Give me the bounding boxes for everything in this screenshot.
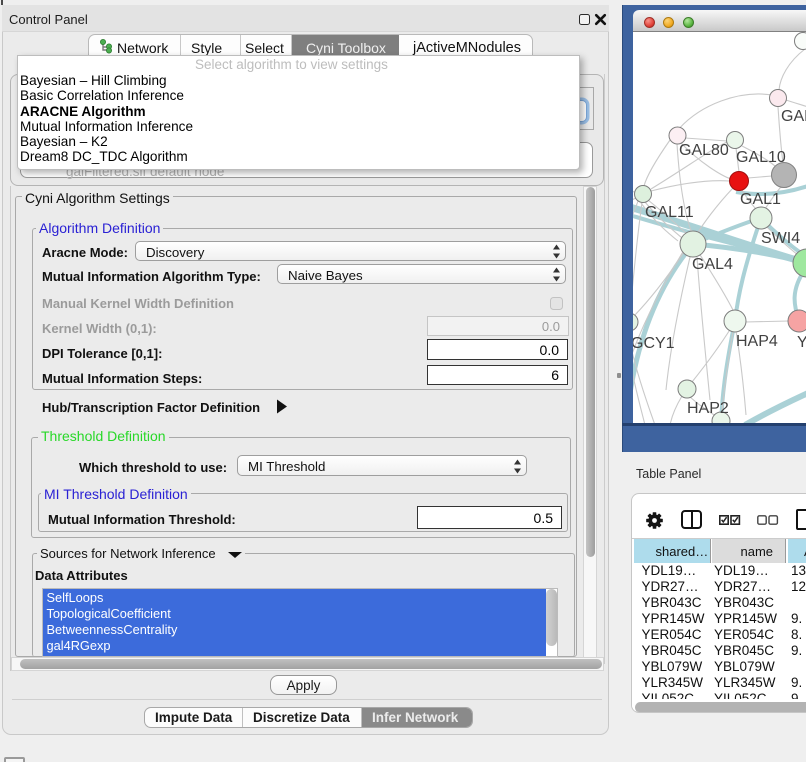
svg-text:GAL80: GAL80 [679, 142, 729, 159]
svg-text:GAL1: GAL1 [740, 191, 781, 208]
svg-text:GCY1: GCY1 [633, 335, 675, 352]
svg-text:HAP2: HAP2 [687, 400, 729, 417]
svg-text:GAL10: GAL10 [736, 149, 786, 166]
svg-text:HAP4: HAP4 [736, 333, 778, 350]
svg-text:GAL11: GAL11 [645, 204, 694, 221]
svg-text:SWI4: SWI4 [761, 230, 800, 247]
svg-text:YD: YD [797, 334, 806, 351]
svg-text:GAL7: GAL7 [781, 108, 806, 125]
svg-text:GAL4: GAL4 [692, 256, 733, 273]
